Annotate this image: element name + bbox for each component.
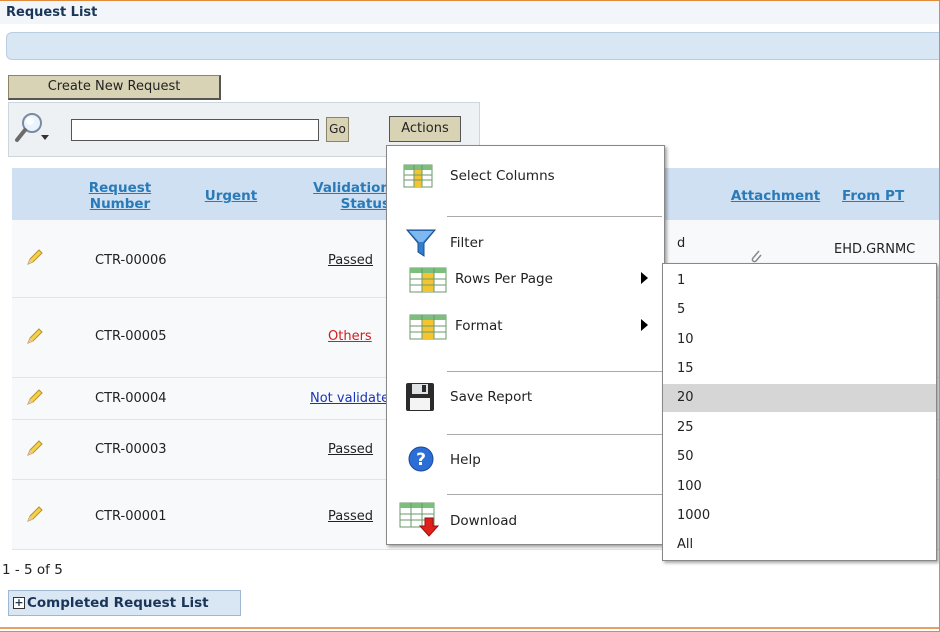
request-number: CTR-00006 [95,253,167,268]
validation-status-link[interactable]: Others [328,329,372,344]
svg-text:?: ? [416,450,426,470]
from-pt: EHD.GRNMC [834,242,916,257]
request-number: CTR-00003 [95,442,167,457]
search-input[interactable] [71,119,319,141]
edit-pencil-icon[interactable] [25,440,43,458]
request-number: CTR-00005 [95,329,167,344]
rows-option[interactable]: 1000 [663,502,936,530]
rows-option[interactable]: 5 [663,296,936,324]
menu-rows-per-page[interactable]: Rows Per Page [387,264,664,294]
menu-select-columns[interactable]: Select Columns [387,161,664,191]
rows-per-page-icon [409,267,447,293]
actions-button[interactable]: Actions [389,116,461,142]
rows-option[interactable]: All [663,531,936,559]
region-title: Request List [6,5,98,20]
validation-status-link[interactable]: Passed [328,442,373,457]
select-columns-icon [403,164,433,188]
menu-label: Filter [450,235,484,251]
edit-pencil-icon[interactable] [25,328,43,346]
menu-label: Format [455,318,503,334]
download-icon [399,502,440,537]
submenu-arrow-icon [641,272,648,284]
menu-help[interactable]: ? Help [387,445,664,475]
search-icon[interactable] [13,111,53,145]
rows-option[interactable]: 15 [663,355,936,383]
validation-status-link[interactable]: Passed [328,509,373,524]
save-disk-icon [406,383,434,411]
menu-separator [447,434,662,435]
request-number: CTR-00004 [95,391,167,406]
help-icon: ? [408,446,434,472]
expand-icon: + [13,596,25,609]
edit-pencil-icon[interactable] [25,249,43,267]
rows-option[interactable]: 10 [663,326,936,354]
menu-filter[interactable]: Filter [387,228,664,258]
validation-status-link[interactable]: Not validated [310,391,386,406]
rows-option[interactable]: 50 [663,443,936,471]
rows-option-selected[interactable]: 20 [663,384,936,412]
filter-icon [405,229,437,257]
actions-menu: Select Columns Filter Rows Per Page Form… [386,145,665,545]
rows-option[interactable]: 25 [663,414,936,442]
menu-label: Save Report [450,389,533,405]
menu-label: Download [450,513,518,529]
rows-option[interactable]: 1 [663,267,936,295]
header-from-pt[interactable]: From PT [842,188,940,204]
submenu-arrow-icon [641,319,648,331]
partial-text-d: d [677,236,686,251]
menu-separator [447,216,662,217]
completed-request-list-label: Completed Request List [27,595,209,611]
region-bar [6,32,940,60]
menu-separator [447,494,662,495]
menu-format[interactable]: Format [387,311,664,341]
header-urgent[interactable]: Urgent [196,188,266,204]
create-new-request-button[interactable]: Create New Request [8,75,221,100]
menu-label: Select Columns [450,168,555,184]
request-number: CTR-00001 [95,509,167,524]
menu-label: Help [450,452,481,468]
header-validation-status[interactable]: Validation Status [300,180,390,214]
menu-save-report[interactable]: Save Report [387,382,664,412]
header-request-number[interactable]: Request Number [80,180,160,212]
menu-separator [447,371,662,372]
go-button[interactable]: Go [326,117,349,142]
edit-pencil-icon[interactable] [25,389,43,407]
rows-option[interactable]: 100 [663,473,936,501]
format-icon [409,314,447,340]
header-attachment[interactable]: Attachment [718,188,833,204]
validation-status-link[interactable]: Passed [328,253,373,268]
region-header [0,0,940,24]
menu-label: Rows Per Page [455,271,553,287]
paperclip-icon[interactable] [748,248,764,264]
menu-download[interactable]: Download [387,502,664,537]
bottom-border [0,627,940,629]
pagination-text: 1 - 5 of 5 [2,562,63,578]
edit-pencil-icon[interactable] [25,506,43,524]
rows-per-page-submenu: 1 5 10 15 20 25 50 100 1000 All [662,263,937,561]
completed-request-list-toggle[interactable]: + Completed Request List [8,590,241,616]
